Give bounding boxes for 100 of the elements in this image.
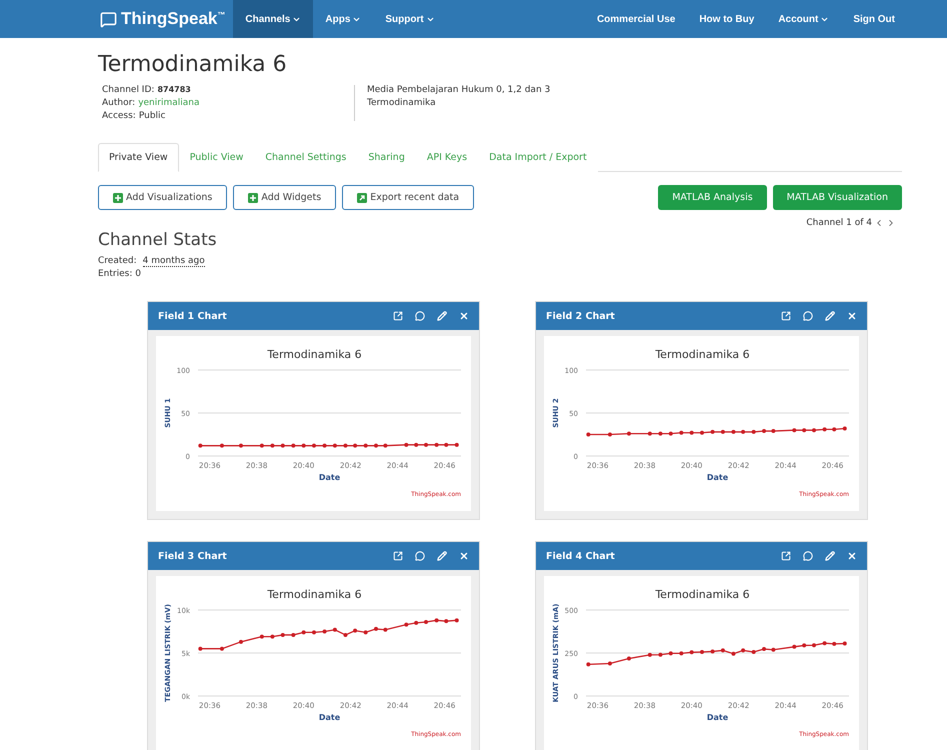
data-point: [626, 432, 631, 436]
export-icon: [357, 192, 368, 202]
chart-title: Termodinamika 6: [655, 348, 750, 361]
data-point: [332, 628, 337, 632]
data-point: [731, 652, 736, 656]
data-point: [710, 649, 715, 654]
comment-icon[interactable]: [803, 311, 813, 321]
data-point: [270, 444, 274, 448]
matlab-button[interactable]: MATLAB Visualization: [772, 185, 902, 210]
data-point: [312, 630, 316, 634]
panel-title: Field 3 Chart: [158, 550, 228, 562]
external-link-icon[interactable]: [781, 311, 791, 321]
meta-value: Public: [138, 111, 166, 121]
tab[interactable]: Public View: [178, 143, 254, 172]
data-point: [280, 444, 285, 448]
data-point: [364, 444, 368, 448]
nav-item[interactable]: Support: [373, 0, 447, 38]
nav-item[interactable]: Sign Out: [841, 0, 907, 38]
plus-icon: [113, 192, 123, 202]
data-point: [792, 644, 796, 649]
action-button[interactable]: Export recent data: [342, 185, 474, 210]
data-point: [424, 620, 428, 624]
data-point: [198, 646, 202, 651]
data-point: [586, 432, 590, 436]
channel-pager: Channel 1 of 4: [806, 218, 872, 228]
close-icon[interactable]: [459, 551, 469, 561]
data-point: [752, 430, 756, 434]
data-point: [454, 618, 459, 622]
data-point: [444, 442, 448, 447]
data-point: [648, 432, 652, 436]
action-button[interactable]: Add Visualizations: [98, 185, 228, 210]
pencil-icon[interactable]: [437, 311, 447, 321]
data-point: [322, 630, 327, 634]
description-text: Termodinamika: [367, 98, 437, 108]
data-point: [700, 430, 704, 435]
data-point: [842, 426, 847, 430]
external-link-icon[interactable]: [781, 551, 791, 561]
nav-item[interactable]: How to Buy: [687, 0, 766, 38]
panel-title: Field 1 Chart: [158, 310, 228, 322]
data-point: [832, 427, 836, 432]
data-point: [374, 626, 378, 631]
tab[interactable]: Private View: [98, 143, 179, 172]
data-point: [668, 651, 673, 656]
author-link[interactable]: yenirimaliana: [138, 98, 200, 108]
data-point: [238, 444, 243, 448]
data-point: [332, 444, 337, 448]
meta-label: Access:: [102, 111, 136, 121]
data-point: [220, 444, 224, 448]
data-point: [322, 444, 327, 448]
pencil-icon[interactable]: [437, 551, 447, 561]
pencil-icon[interactable]: [825, 311, 835, 321]
pencil-icon[interactable]: [825, 551, 835, 561]
x-axis-label: Date: [706, 473, 728, 482]
nav-item[interactable]: Commercial Use: [584, 0, 688, 38]
x-axis-label: Date: [318, 713, 340, 722]
data-point: [383, 444, 388, 448]
x-axis-label: Date: [706, 713, 728, 722]
close-icon[interactable]: [459, 311, 469, 321]
data-point: [586, 662, 590, 666]
meta-value: 874783: [157, 85, 191, 94]
external-link-icon[interactable]: [393, 311, 403, 321]
data-point: [220, 646, 224, 651]
data-point: [771, 648, 776, 652]
data-point: [343, 632, 348, 637]
data-point: [648, 652, 652, 657]
section-title: Channel Stats: [98, 230, 218, 250]
nav-item[interactable]: Account: [766, 0, 842, 38]
chart-title: Termodinamika 6: [267, 588, 362, 601]
description-text: Media Pembelajaran Hukum 0, 1,2 dan 3: [367, 85, 550, 95]
data-point: [270, 634, 274, 639]
data-point: [802, 643, 806, 648]
data-point: [424, 442, 428, 447]
close-icon[interactable]: [847, 551, 857, 561]
data-point: [260, 634, 264, 639]
close-icon[interactable]: [847, 311, 857, 321]
comment-icon[interactable]: [803, 551, 813, 561]
logo[interactable]: ThingSpeak$^{™}$: [100, 0, 226, 38]
data-point: [792, 428, 796, 432]
data-point: [762, 429, 766, 434]
external-link-icon[interactable]: [393, 551, 403, 561]
data-point: [364, 630, 368, 634]
data-point: [658, 652, 662, 657]
data-point: [434, 618, 439, 622]
data-point: [690, 430, 694, 435]
matlab-button[interactable]: MATLAB Analysis: [658, 185, 767, 210]
comment-icon[interactable]: [415, 551, 425, 561]
data-point: [658, 432, 662, 436]
x-axis-label: Date: [318, 473, 340, 482]
logo-text[interactable]: ThingSpeak$^{™}$: [121, 9, 226, 29]
action-button[interactable]: Add Widgets: [233, 185, 336, 210]
comment-icon[interactable]: [415, 311, 425, 321]
data-point: [802, 428, 806, 432]
nav-item[interactable]: Channels: [233, 0, 314, 38]
data-point: [404, 622, 408, 627]
data-point: [812, 643, 816, 648]
data-point: [353, 444, 358, 448]
data-point: [260, 444, 264, 448]
data-point: [752, 650, 756, 654]
nav-item[interactable]: Apps: [313, 0, 374, 38]
data-point: [822, 427, 827, 432]
